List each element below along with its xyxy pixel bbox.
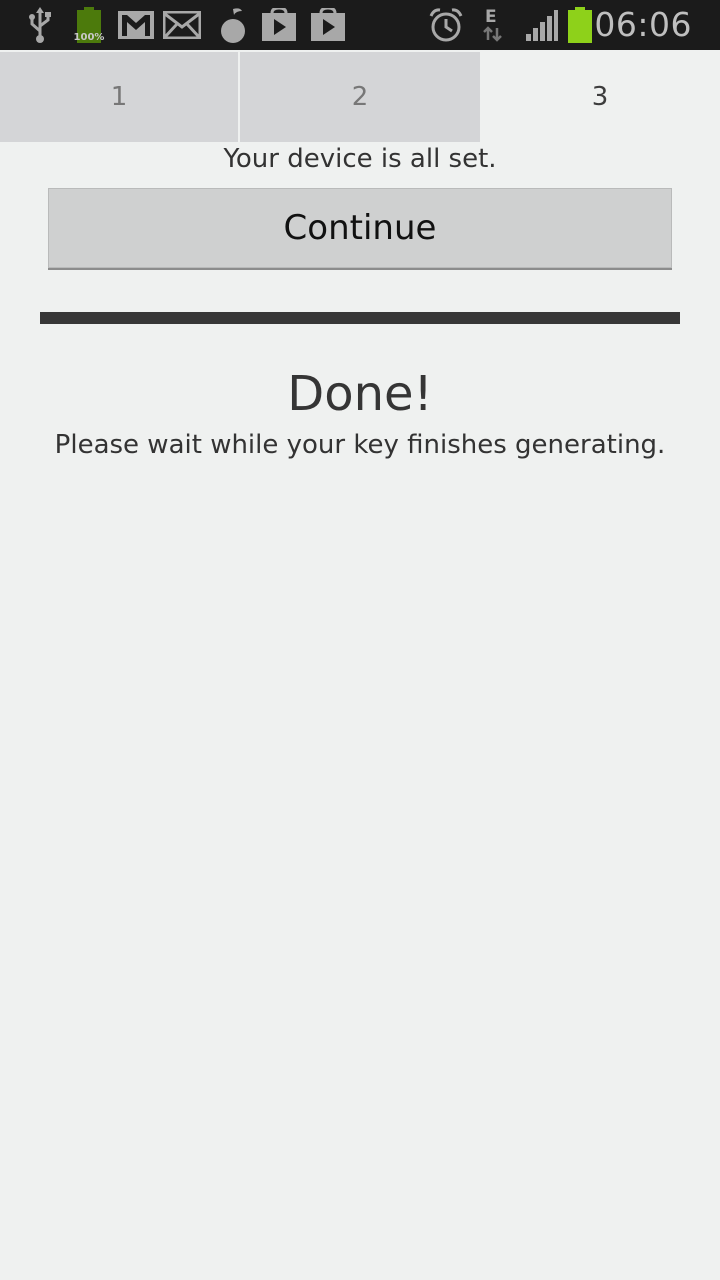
status-bar: 100% E 06:06 <box>0 0 720 50</box>
email-icon <box>162 0 202 50</box>
done-message: Please wait while your key finishes gene… <box>54 430 666 460</box>
continue-button[interactable]: Continue <box>48 188 672 268</box>
orfox-icon <box>214 0 250 50</box>
clock: 06:06 <box>594 5 692 44</box>
usb-icon <box>24 0 56 50</box>
network-type-label: E <box>485 7 497 27</box>
page-title: Done! <box>287 366 433 422</box>
tab-step-1[interactable]: 1 <box>0 52 238 142</box>
tab-step-2[interactable]: 2 <box>240 52 480 142</box>
data-transfer-icon: E <box>478 6 506 44</box>
step-tabs: 1 2 3 <box>0 52 720 142</box>
alarm-icon <box>426 0 466 50</box>
battery-percent-label: 100% <box>73 32 105 43</box>
play-store-icon <box>309 0 347 50</box>
signal-icon <box>524 0 560 50</box>
battery-icon <box>566 0 594 50</box>
gmail-icon <box>116 0 156 50</box>
status-message: Your device is all set. <box>223 144 497 174</box>
tab-step-3[interactable]: 3 <box>480 52 720 142</box>
play-store-icon <box>260 0 298 50</box>
divider <box>40 312 680 324</box>
